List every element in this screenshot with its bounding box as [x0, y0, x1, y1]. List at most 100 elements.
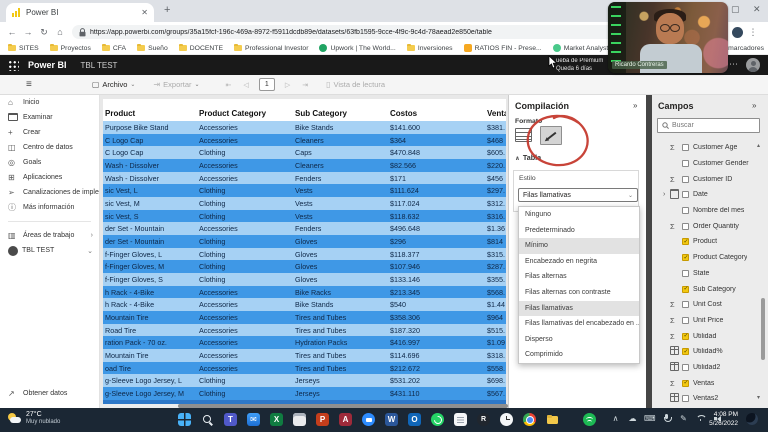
taskbar-app-icon[interactable]: [201, 413, 214, 426]
bookmark-item[interactable]: RATIOS FIN - Prese...: [463, 44, 542, 52]
taskbar-app-icon[interactable]: [408, 413, 421, 426]
table-row[interactable]: g-Sleeve Logo Jersey, L Clothing Jerseys…: [103, 374, 506, 388]
field-checkbox[interactable]: [682, 254, 689, 262]
bookmark-item[interactable]: Professional Investor: [233, 43, 308, 52]
style-option[interactable]: Filas llamativas: [519, 300, 639, 317]
field-checkbox[interactable]: [682, 363, 689, 371]
style-option[interactable]: Predeterminado: [519, 223, 639, 239]
taskbar-clock[interactable]: 4:08 PM 5/26/2022: [696, 410, 738, 428]
nav-item[interactable]: Centro de datos: [0, 140, 99, 155]
bookmark-item[interactable]: DOCENTE: [178, 43, 223, 52]
field-item[interactable]: Product Category: [652, 250, 764, 266]
field-checkbox[interactable]: [682, 332, 689, 340]
table-row[interactable]: f-Finger Gloves, M Clothing Gloves $107.…: [103, 260, 506, 274]
more-options-icon[interactable]: ⋯: [729, 59, 738, 70]
field-item[interactable]: Order Quantity: [652, 218, 764, 234]
export-menu[interactable]: ⇥ Exportar ⌄: [153, 80, 199, 89]
premium-trial-status[interactable]: ueba de Premium Queda 6 días: [556, 58, 608, 73]
nav-item-current-workspace[interactable]: TBL TEST ⌄: [0, 243, 99, 258]
taskbar-app-icon[interactable]: [316, 413, 329, 426]
browser-menu-icon[interactable]: ⋮: [749, 27, 758, 38]
field-item[interactable]: Customer Age: [652, 140, 764, 156]
table-row[interactable]: Mountain Tire Accessories Tires and Tube…: [103, 311, 506, 324]
expander-icon[interactable]: [663, 238, 670, 245]
tray-icon[interactable]: [678, 412, 689, 425]
field-item[interactable]: Nombre del mes: [652, 203, 764, 219]
bookmark-item[interactable]: Inversiones: [406, 43, 453, 52]
taskbar-app-icon[interactable]: [500, 413, 513, 426]
column-header[interactable]: Product Category: [197, 109, 293, 118]
tab-close-icon[interactable]: ✕: [141, 8, 148, 17]
get-data-button[interactable]: ↗ Obtener datos: [0, 386, 100, 401]
field-item[interactable]: Unit Cost: [652, 297, 764, 313]
taskbar-app-icon[interactable]: [523, 413, 536, 426]
next-page-icon[interactable]: ▷: [285, 81, 290, 89]
expander-icon[interactable]: [663, 348, 670, 355]
prev-page-icon[interactable]: ◁: [243, 81, 248, 89]
field-checkbox[interactable]: [682, 222, 689, 230]
table-row[interactable]: Mountain Tire Accessories Tires and Tube…: [103, 349, 506, 362]
page-format-icon[interactable]: [540, 126, 562, 145]
expander-icon[interactable]: [663, 160, 670, 167]
refresh-icon[interactable]: ↻: [36, 27, 52, 38]
nav-item[interactable]: Aplicaciones: [0, 170, 99, 185]
expander-icon[interactable]: [663, 223, 670, 230]
field-checkbox[interactable]: [682, 238, 689, 246]
bookmark-item[interactable]: CFA: [101, 43, 126, 52]
expander-icon[interactable]: [663, 395, 670, 402]
bookmark-item[interactable]: Upwork | The World...: [319, 44, 396, 52]
nav-toggle-icon[interactable]: ≡: [26, 79, 32, 90]
table-row[interactable]: C Logo Cap Clothing Caps $470.848 $605.: [103, 146, 506, 160]
expander-icon[interactable]: [663, 191, 670, 198]
taskbar-app-icon[interactable]: [339, 413, 352, 426]
table-row[interactable]: sic Vest, S Clothing Vests $118.632 $316…: [103, 209, 506, 223]
field-checkbox[interactable]: [682, 191, 689, 199]
window-maximize-button[interactable]: ▢: [731, 4, 740, 15]
field-item[interactable]: Sub Category: [652, 281, 764, 297]
field-checkbox[interactable]: [682, 144, 689, 152]
tray-icon[interactable]: [661, 412, 672, 425]
field-checkbox[interactable]: [682, 395, 689, 403]
field-checkbox[interactable]: [682, 269, 689, 277]
expander-icon[interactable]: [663, 270, 670, 277]
style-select[interactable]: Filas llamativas ⌄: [518, 188, 638, 202]
field-item[interactable]: Date: [652, 187, 764, 203]
nav-item[interactable]: Goals: [0, 155, 99, 170]
home-icon[interactable]: ⌂: [52, 27, 68, 37]
expander-icon[interactable]: [663, 176, 670, 183]
field-item[interactable]: Customer ID: [652, 171, 764, 187]
field-checkbox[interactable]: [682, 348, 689, 356]
nav-item[interactable]: Examinar: [0, 110, 99, 125]
taskbar-app-icon[interactable]: [293, 413, 306, 426]
taskbar-app-icon[interactable]: [385, 413, 398, 426]
style-option[interactable]: Ninguno: [519, 207, 639, 223]
table-row[interactable]: f-Finger Gloves, S Clothing Gloves $133.…: [103, 273, 506, 286]
table-row[interactable]: sic Vest, M Clothing Vests $117.024 $312…: [103, 197, 506, 210]
bookmark-item[interactable]: Proyectos: [49, 43, 91, 52]
reading-view-button[interactable]: ▯ Vista de lectura: [326, 80, 385, 89]
expander-icon[interactable]: [663, 333, 670, 340]
nav-item[interactable]: Más información: [0, 200, 99, 215]
table-format-icon[interactable]: [515, 128, 532, 142]
column-header[interactable]: Product: [103, 109, 197, 118]
account-avatar[interactable]: [746, 58, 760, 72]
table-row[interactable]: h Rack - 4-Bike Accessories Bike Stands …: [103, 298, 506, 312]
table-row[interactable]: der Set - Mountain Accessories Fenders $…: [103, 222, 506, 236]
field-checkbox[interactable]: [682, 316, 689, 324]
table-row[interactable]: Wash - Dissolver Accessories Fenders $17…: [103, 171, 506, 185]
nav-item[interactable]: Canalizaciones de implem...: [0, 185, 99, 200]
table-row[interactable]: f-Finger Gloves, L Clothing Gloves $118.…: [103, 247, 506, 261]
column-header[interactable]: Costos: [388, 109, 485, 118]
expander-icon[interactable]: [663, 254, 670, 261]
style-option[interactable]: Disperso: [519, 332, 639, 348]
table-row[interactable]: C Logo Cap Accessories Cleaners $364 $46…: [103, 133, 506, 147]
field-item[interactable]: Ventas: [652, 375, 764, 391]
scroll-down-icon[interactable]: ▾: [757, 394, 760, 401]
field-item[interactable]: Utilidad: [652, 328, 764, 344]
page-number-box[interactable]: 1: [258, 78, 275, 91]
fields-search-box[interactable]: Buscar: [657, 118, 760, 133]
browser-profile-avatar[interactable]: [731, 26, 743, 38]
expander-icon[interactable]: [663, 380, 670, 387]
field-checkbox[interactable]: [682, 285, 689, 293]
nav-item-workspaces[interactable]: Áreas de trabajo ›: [0, 228, 99, 243]
